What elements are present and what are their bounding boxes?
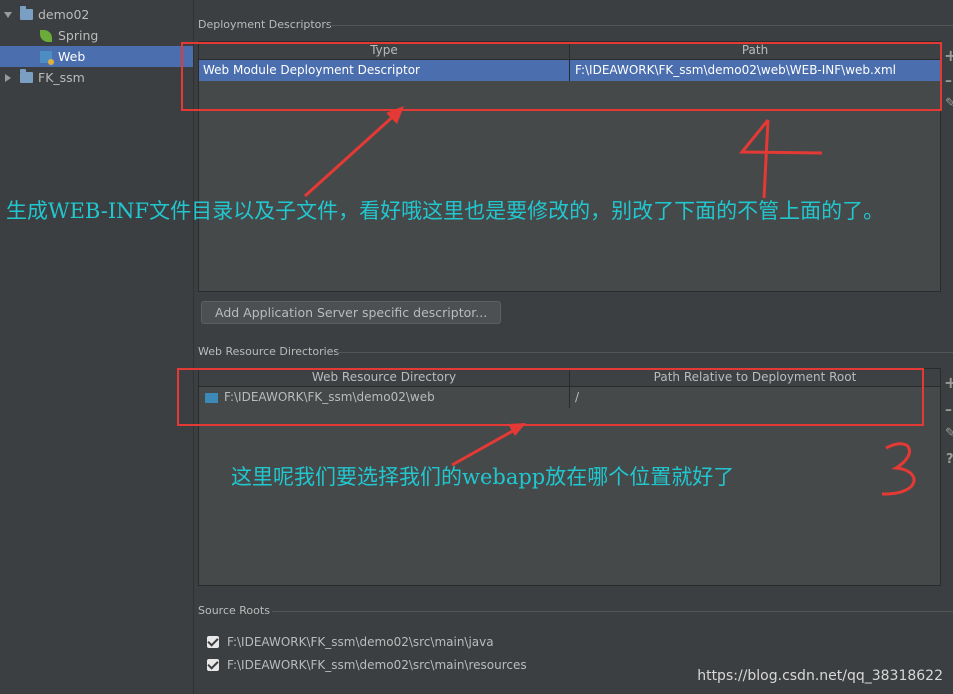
annotation-arrows <box>303 106 916 496</box>
handwritten-number-4 <box>738 119 823 199</box>
watermark-url: https://blog.csdn.net/qq_38318622 <box>697 668 943 684</box>
handwritten-number-3 <box>881 442 916 496</box>
annotation-arrow-1 <box>303 106 404 198</box>
annotation-note-web-resource: 这里呢我们要选择我们的webapp放在哪个位置就好了 <box>231 465 735 489</box>
annotation-arrow-2 <box>451 423 526 467</box>
annotation-note-descriptor: 生成WEB-INF文件目录以及子文件，看好哦这里也是要修改的，别改了下面的不管上… <box>6 199 885 223</box>
